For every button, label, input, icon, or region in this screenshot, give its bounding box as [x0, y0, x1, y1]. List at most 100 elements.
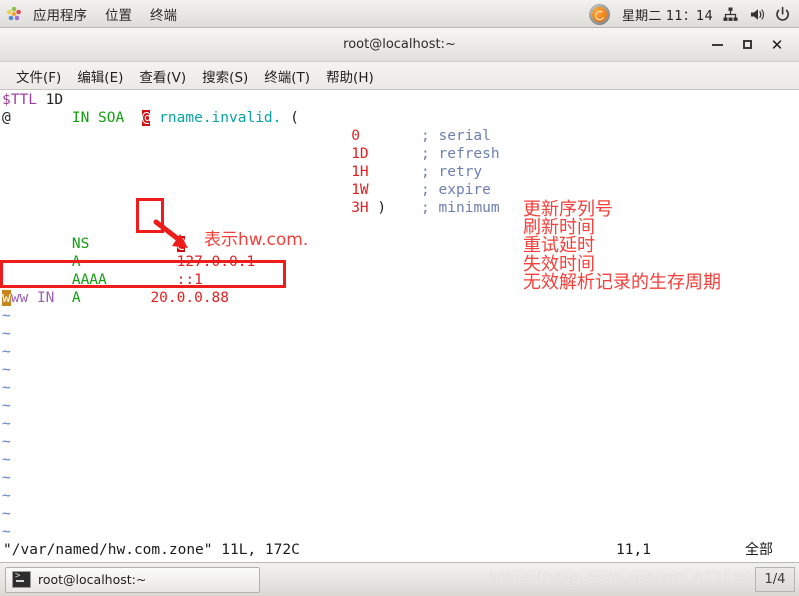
menu-view[interactable]: 查看(V)	[131, 64, 194, 88]
vim-token: AAAA	[71, 272, 107, 288]
vim-token: A	[71, 290, 81, 306]
vim-token: NS	[71, 236, 90, 252]
annotation-soa-labels: 更新序列号 刷新时间 重试延时 失效时间 无效解析记录的生存周期	[523, 200, 721, 292]
vim-empty-line-marker: ~	[2, 344, 11, 360]
taskbar: root@localhost:~ https://blog.csdn.net/m…	[0, 562, 799, 596]
vim-empty-line-marker: ~	[2, 308, 11, 324]
top-panel-menus: 应用程序 位置 终端	[0, 1, 186, 27]
vim-line: 1H ; retry	[2, 163, 500, 181]
vim-buffer[interactable]: $TTL 1D @ IN SOA @ rname.invalid. ( 0 ; s…	[2, 91, 500, 559]
vim-token	[2, 146, 351, 162]
vim-empty-line-marker: ~	[2, 470, 11, 486]
pumpkin-circle-icon[interactable]	[588, 3, 610, 25]
vim-token: ; serial	[359, 128, 491, 144]
vim-empty-line-marker: ~	[2, 362, 11, 378]
vim-empty-line-marker: ~	[2, 398, 11, 414]
vim-statusline: "/var/named/hw.com.zone" 11L, 172C 11,1 …	[0, 540, 799, 562]
vim-token	[2, 254, 72, 270]
vim-line: 1D ; refresh	[2, 145, 500, 163]
vim-token: 0	[351, 128, 360, 144]
vim-token: IN SOA	[71, 110, 125, 126]
workspace-switcher[interactable]: 1/4	[755, 567, 795, 592]
annotation-label-at-symbol: 表示hw.com.	[204, 230, 309, 250]
vim-token: )	[368, 200, 387, 216]
maximize-icon[interactable]	[739, 37, 755, 53]
panel-menu-applications[interactable]: 应用程序	[24, 1, 96, 27]
terminal-content[interactable]: $TTL 1D @ IN SOA @ rname.invalid. ( 0 ; s…	[0, 90, 799, 562]
vim-token	[28, 290, 37, 306]
vim-token: IN	[36, 290, 55, 306]
vim-token: 20.0.0.88	[150, 290, 230, 306]
panel-menu-terminal[interactable]: 终端	[141, 1, 186, 27]
watermark-text: https://blog.csdn.net/m0_47219942	[488, 569, 773, 587]
vim-token	[89, 236, 176, 252]
vim-line: AAAA ::1	[2, 271, 500, 289]
clock[interactable]: 星期二 11：14	[622, 5, 713, 24]
statusline-position: 11,1	[616, 542, 651, 558]
vim-empty-line-marker: ~	[2, 488, 11, 504]
top-panel-status-area: 星期二 11：14	[588, 0, 791, 28]
vim-token: 1D	[45, 92, 64, 108]
menu-search[interactable]: 搜索(S)	[194, 64, 256, 88]
power-icon[interactable]	[774, 6, 791, 23]
vim-token	[37, 92, 46, 108]
vim-empty-line-marker: ~	[2, 326, 11, 342]
vim-token	[2, 200, 351, 216]
vim-token: ; retry	[368, 164, 483, 180]
vim-token	[2, 182, 351, 198]
vim-token	[54, 290, 71, 306]
menu-help[interactable]: 帮助(H)	[318, 64, 382, 88]
vim-token: A	[71, 254, 81, 270]
taskbar-window-button[interactable]: root@localhost:~	[5, 566, 260, 593]
vim-token	[11, 110, 72, 126]
terminal-icon	[12, 571, 31, 588]
menu-edit[interactable]: 编辑(E)	[69, 64, 131, 88]
minimize-icon[interactable]	[709, 37, 725, 53]
vim-token: 3H	[351, 200, 369, 216]
vim-token: 1H	[351, 164, 369, 180]
vim-line: A 127.0.0.1	[2, 253, 500, 271]
menu-terminal[interactable]: 终端(T)	[256, 64, 318, 88]
volume-icon[interactable]	[748, 6, 765, 23]
vim-token: rname.invalid.	[159, 110, 282, 126]
top-panel: 应用程序 位置 终端 星期二 11：14	[0, 0, 799, 28]
vim-token: @	[176, 236, 186, 252]
annotation-soa-label: 重试延时	[523, 235, 595, 257]
window-controls: ✕	[709, 28, 793, 61]
vim-token: ww	[10, 290, 29, 306]
vim-line: www IN A 20.0.0.88	[2, 289, 500, 307]
vim-token: ; refresh	[368, 146, 500, 162]
menu-file[interactable]: 文件(F)	[8, 64, 69, 88]
vim-line: $TTL 1D	[2, 91, 500, 109]
vim-empty-line-marker: ~	[2, 524, 11, 540]
screen-root: 应用程序 位置 终端 星期二 11：14 root@localhost:~ ✕ …	[0, 0, 799, 596]
vim-token	[2, 164, 351, 180]
terminal-window: root@localhost:~ ✕ 文件(F) 编辑(E) 查看(V) 搜索(…	[0, 28, 799, 562]
close-icon[interactable]: ✕	[769, 37, 785, 53]
vim-token	[107, 272, 177, 288]
applications-icon[interactable]	[6, 6, 22, 22]
vim-token: 1D	[351, 146, 369, 162]
vim-token: w	[2, 290, 11, 306]
vim-token	[124, 110, 141, 126]
vim-empty-line-marker: ~	[2, 452, 11, 468]
vim-line: @ IN SOA @ rname.invalid. (	[2, 109, 500, 127]
statusline-scroll: 全部	[745, 542, 773, 558]
vim-token: $TTL	[2, 92, 37, 108]
vim-token: ; expire	[368, 182, 491, 198]
panel-menu-places[interactable]: 位置	[96, 1, 141, 27]
vim-empty-line-marker: ~	[2, 416, 11, 432]
taskbar-window-label: root@localhost:~	[38, 572, 147, 587]
vim-line: 0 ; serial	[2, 127, 500, 145]
vim-empty-line-marker: ~	[2, 434, 11, 450]
vim-token: ; minimum	[386, 200, 500, 216]
vim-empty-line-marker: ~	[2, 380, 11, 396]
vim-line: 1W ; expire	[2, 181, 500, 199]
window-title: root@localhost:~	[343, 37, 456, 52]
vim-token	[2, 236, 72, 252]
vim-token: 127.0.0.1	[176, 254, 256, 270]
window-titlebar[interactable]: root@localhost:~ ✕	[0, 28, 799, 62]
vim-token	[2, 272, 72, 288]
vim-token: ::1	[176, 272, 203, 288]
network-icon[interactable]	[722, 6, 739, 23]
